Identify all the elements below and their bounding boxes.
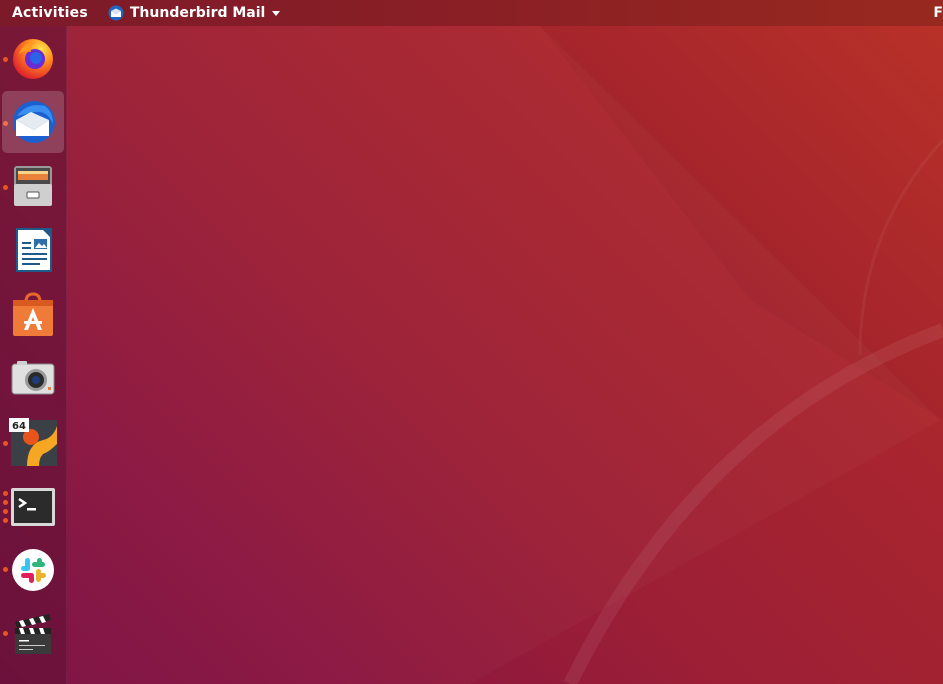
dock-item-firefox[interactable]	[2, 27, 64, 89]
topbar-right-area[interactable]: F	[933, 0, 943, 26]
dock-item-app-64[interactable]: 64	[2, 411, 64, 473]
clapperboard-icon	[15, 614, 51, 654]
chevron-down-icon	[272, 11, 281, 16]
app-64-badge: 64	[12, 421, 26, 432]
terminal-icon	[11, 488, 55, 526]
slack-icon	[12, 549, 54, 591]
dock-item-ubuntu-software[interactable]	[2, 283, 64, 345]
dock-item-libreoffice-writer[interactable]	[2, 219, 64, 281]
topbar-right-label: F	[933, 5, 943, 21]
app-64-icon: 64	[9, 418, 57, 466]
dock-item-camera[interactable]	[2, 347, 64, 409]
dock-item-video-editor[interactable]	[2, 603, 64, 665]
app-menu-label: Thunderbird Mail	[129, 5, 266, 21]
dock-item-files[interactable]	[2, 155, 64, 217]
app-menu-button[interactable]: Thunderbird Mail	[108, 5, 281, 21]
firefox-icon	[13, 39, 53, 79]
libreoffice-writer-icon	[16, 228, 52, 272]
thunderbird-icon	[13, 101, 55, 143]
thunderbird-icon	[108, 5, 124, 21]
dock: 64	[0, 26, 67, 684]
top-bar: Activities Thunderbird Mail F	[0, 0, 943, 26]
desktop-wallpaper	[0, 0, 943, 684]
wallpaper-decoration	[563, 138, 943, 684]
dock-item-thunderbird[interactable]	[2, 91, 64, 153]
dock-item-terminal[interactable]	[2, 475, 64, 537]
dock-item-slack[interactable]	[2, 539, 64, 601]
camera-icon	[11, 361, 55, 395]
activities-button[interactable]: Activities	[0, 5, 108, 21]
file-cabinet-icon	[14, 166, 52, 206]
software-bag-icon	[13, 292, 53, 336]
